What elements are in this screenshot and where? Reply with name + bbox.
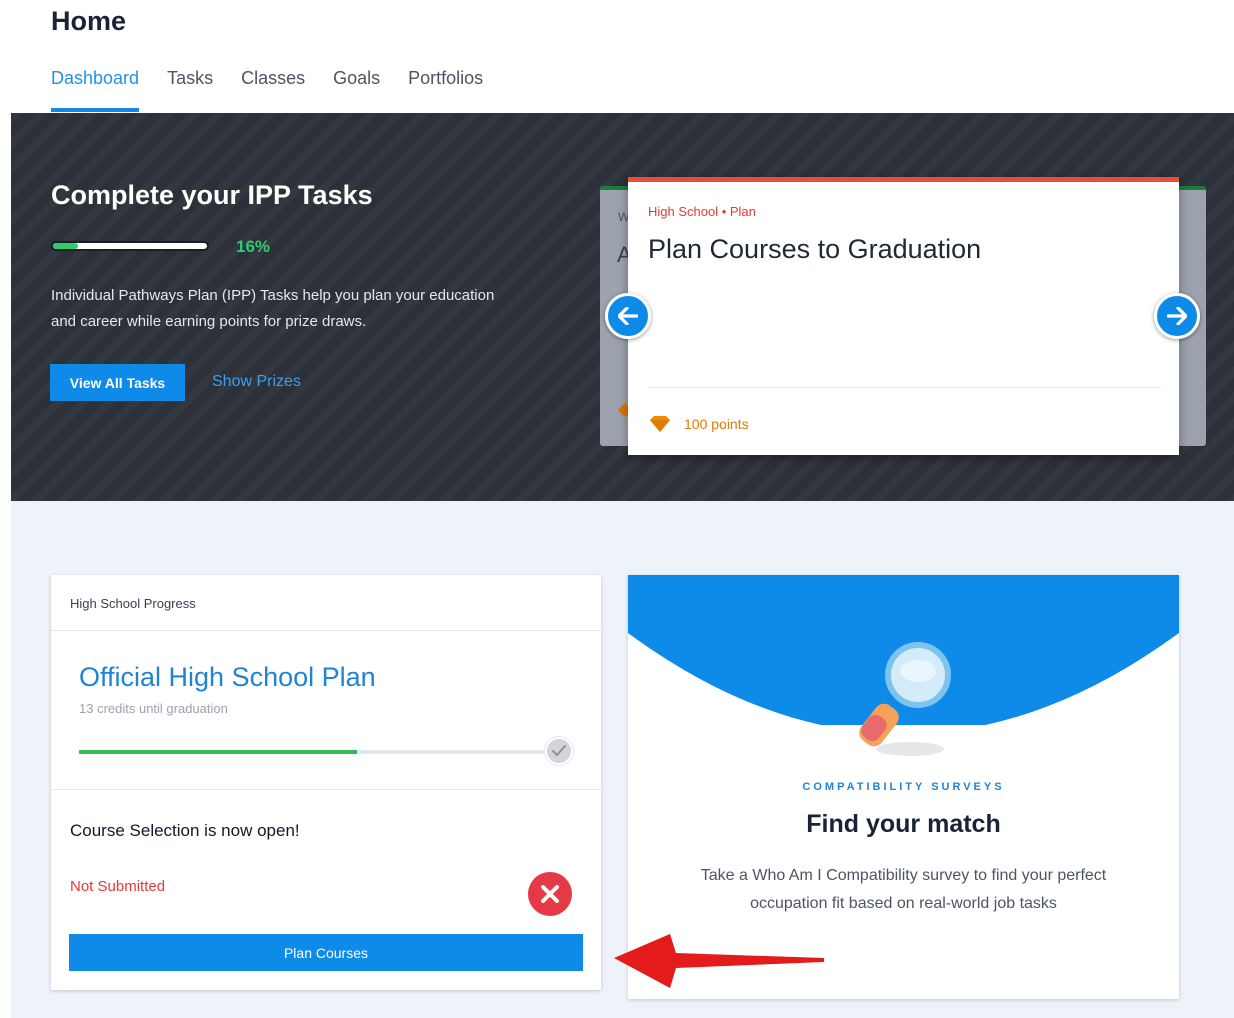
ipp-progress-fill: [53, 243, 78, 249]
hs-progress-bar: [79, 750, 559, 754]
graduation-check: [545, 737, 573, 765]
task-card-title: Plan Courses to Graduation: [648, 234, 982, 264]
course-selection-text: Course Selection is now open!: [70, 821, 300, 840]
magnifying-glass-icon: [859, 642, 951, 756]
arrow-right-icon: [1167, 307, 1187, 325]
page: Home Dashboard Tasks Classes Goals Portf…: [0, 0, 1234, 1018]
plan-courses-button[interactable]: Plan Courses: [69, 934, 583, 971]
arrow-left-icon: [618, 307, 638, 325]
task-card-category: High School • Plan: [648, 204, 756, 219]
hs-progress-header: High School Progress: [51, 575, 601, 631]
tab-dashboard[interactable]: Dashboard: [51, 58, 140, 112]
task-card-divider: [648, 387, 1161, 388]
close-circle-icon: [541, 885, 559, 903]
page-title: Home: [51, 6, 127, 36]
banner-description: Individual Pathways Plan (IPP) Tasks hel…: [51, 287, 495, 330]
carousel-prev-button[interactable]: [605, 293, 651, 339]
survey-kicker: COMPATIBILITY SURVEYS: [802, 781, 1005, 793]
ipp-progress-percent: 16%: [236, 237, 271, 256]
tab-tasks[interactable]: Tasks: [167, 58, 213, 112]
hs-progress-fill: [79, 750, 358, 754]
submission-status: Not Submitted: [70, 878, 166, 895]
show-prizes-link[interactable]: Show Prizes: [212, 373, 301, 391]
survey-description: Take a Who Am I Compatibility survey to …: [700, 867, 1107, 912]
official-plan-link[interactable]: Official High School Plan: [79, 662, 376, 693]
main-tabs: Dashboard Tasks Classes Goals Portfolios: [51, 58, 511, 112]
not-submitted-badge: [528, 872, 572, 916]
banner-title: Complete your IPP Tasks: [51, 180, 373, 210]
check-icon: [552, 745, 566, 757]
ipp-progress-bar: [51, 241, 209, 251]
carousel-next-button[interactable]: [1154, 293, 1200, 339]
task-card[interactable]: High School • Plan Plan Courses to Gradu…: [628, 177, 1179, 455]
view-all-tasks-button[interactable]: View All Tasks: [50, 364, 185, 401]
red-arrow-annotation-icon: [614, 934, 824, 988]
tab-portfolios[interactable]: Portfolios: [408, 58, 483, 112]
task-card-points: 100 points: [684, 416, 749, 432]
diamond-icon: [650, 416, 670, 432]
hs-divider: [51, 789, 601, 790]
tab-goals[interactable]: Goals: [333, 58, 380, 112]
high-school-progress-card: High School Progress Official High Schoo…: [51, 575, 601, 990]
ipp-banner: Complete your IPP Tasks 16% Individual P…: [11, 113, 1234, 501]
credits-until-graduation: 13 credits until graduation: [79, 701, 228, 716]
tab-classes[interactable]: Classes: [241, 58, 305, 112]
survey-title: Find your match: [806, 810, 1001, 838]
hs-progress-header-text: High School Progress: [70, 596, 196, 611]
